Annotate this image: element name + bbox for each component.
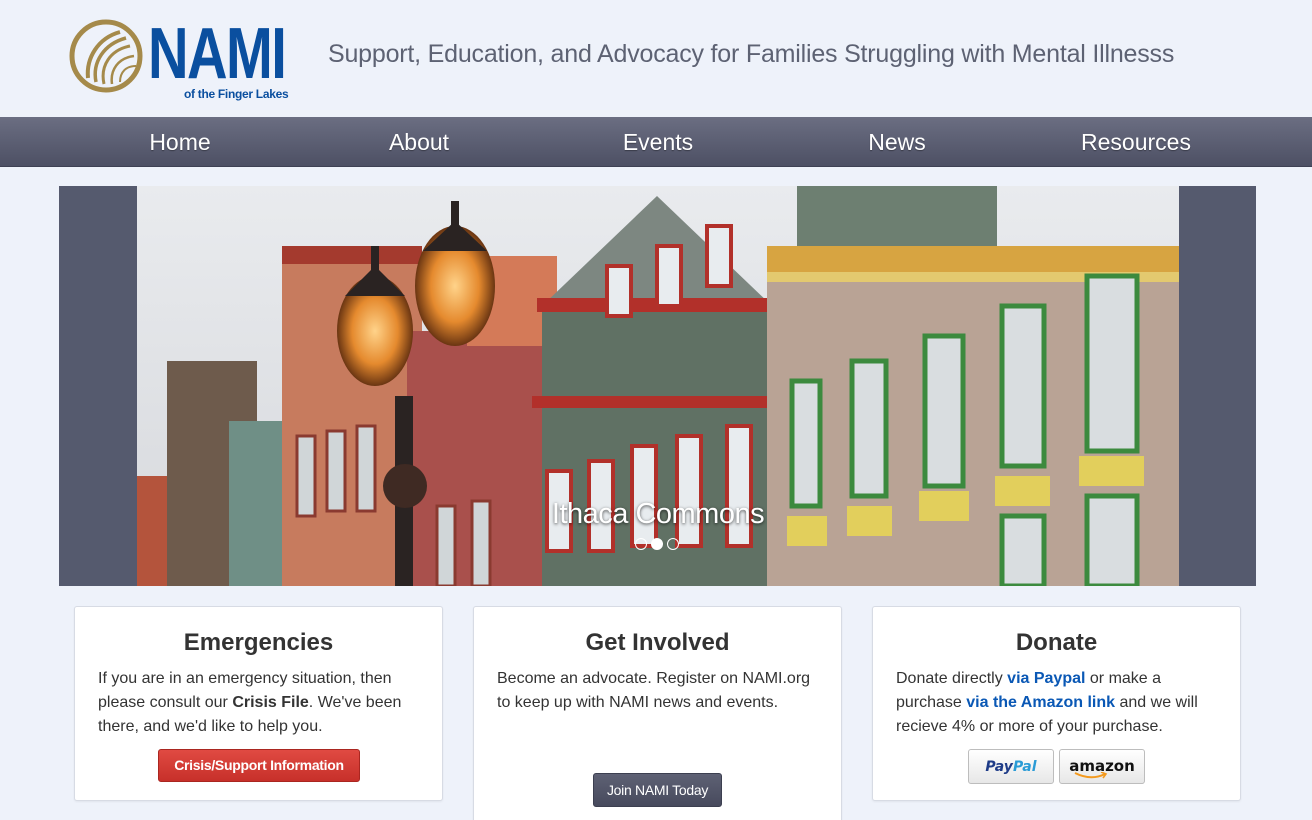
emergencies-title: Emergencies bbox=[183, 629, 334, 656]
nav-events[interactable]: Events bbox=[538, 117, 778, 167]
donate-title: Donate bbox=[1015, 629, 1098, 656]
emergencies-text: If you are in an emergency situation, th… bbox=[98, 667, 428, 739]
logo-wordmark: NAMI bbox=[148, 14, 287, 94]
donate-text: Donate directly via Paypal or make a pur… bbox=[896, 667, 1226, 739]
get-involved-title: Get Involved bbox=[585, 629, 730, 656]
crisis-file-text: Crisis File bbox=[232, 694, 309, 711]
get-involved-text: Become an advocate. Register on NAMI.org… bbox=[497, 670, 811, 711]
emergencies-card: Emergencies If you are in an emergency s… bbox=[74, 606, 443, 801]
paypal-logo-pay: Pay bbox=[985, 759, 1013, 775]
donate-text-part-1: Donate directly bbox=[896, 670, 1008, 687]
nav-about[interactable]: About bbox=[299, 117, 539, 167]
amazon-smile-icon bbox=[1074, 772, 1108, 779]
hero-carousel[interactable]: Ithaca Commons bbox=[59, 186, 1256, 586]
donate-card: Donate Donate directly via Paypal or mak… bbox=[872, 606, 1241, 801]
nami-logo[interactable]: NAMI of the Finger Lakes bbox=[62, 8, 302, 106]
join-nami-button[interactable]: Join NAMI Today bbox=[593, 773, 722, 807]
carousel-indicators bbox=[635, 538, 679, 550]
nav-resources[interactable]: Resources bbox=[1016, 117, 1256, 167]
logo-subtitle: of the Finger Lakes bbox=[184, 87, 289, 101]
nav-home[interactable]: Home bbox=[60, 117, 300, 167]
site-tagline: Support, Education, and Advocacy for Fam… bbox=[328, 40, 1175, 68]
get-involved-card: Get Involved Become an advocate. Registe… bbox=[473, 606, 842, 820]
carousel-caption: Ithaca Commons bbox=[551, 498, 765, 530]
paypal-link[interactable]: via Paypal bbox=[1007, 670, 1085, 687]
nami-swirl-icon bbox=[69, 19, 143, 93]
main-nav: Home About Events News Resources bbox=[0, 117, 1312, 167]
carousel-dot-3[interactable] bbox=[667, 538, 679, 550]
header: NAMI of the Finger Lakes Support, Educat… bbox=[0, 0, 1312, 117]
crisis-support-button[interactable]: Crisis/Support Information bbox=[158, 749, 360, 782]
carousel-dot-2[interactable] bbox=[651, 538, 663, 550]
amazon-link[interactable]: via the Amazon link bbox=[966, 694, 1115, 711]
paypal-logo: PayPal bbox=[985, 759, 1036, 775]
carousel-dot-1[interactable] bbox=[635, 538, 647, 550]
amazon-button[interactable]: amazon bbox=[1059, 749, 1145, 784]
paypal-logo-pal: Pal bbox=[1012, 759, 1037, 775]
paypal-button[interactable]: PayPal bbox=[968, 749, 1054, 784]
nav-news[interactable]: News bbox=[777, 117, 1017, 167]
